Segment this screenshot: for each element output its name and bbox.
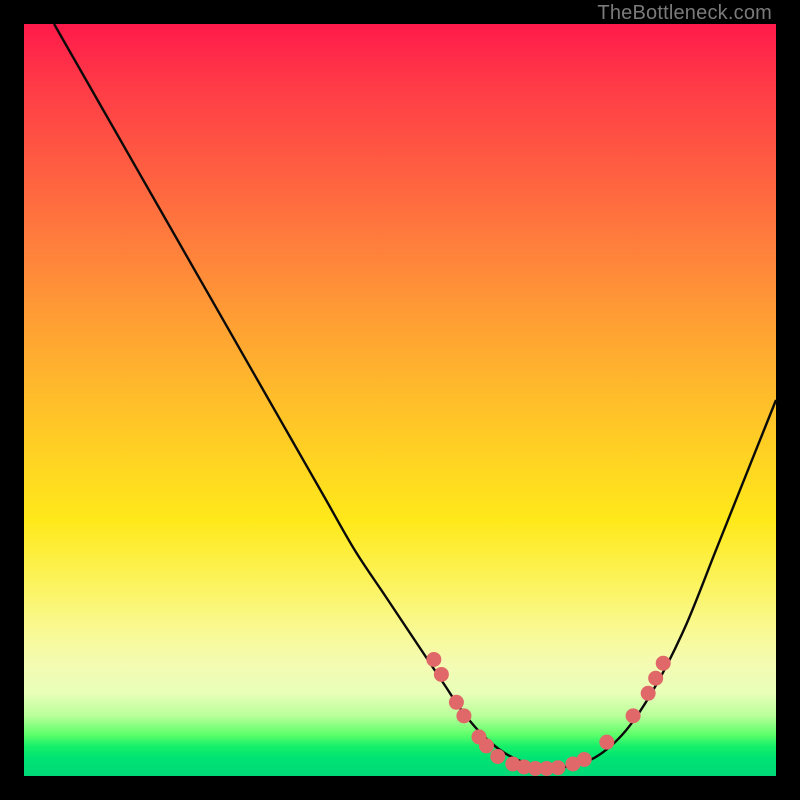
curve-marker [626,708,641,723]
curve-marker [449,695,464,710]
curve-marker [456,708,471,723]
bottleneck-curve [54,24,776,769]
curve-marker [550,760,565,775]
curve-marker [641,686,656,701]
curve-marker [656,656,671,671]
attribution-text: TheBottleneck.com [597,2,772,25]
curve-marker [648,671,663,686]
curve-marker [434,667,449,682]
curve-marker [577,752,592,767]
curve-marker [479,738,494,753]
chart-svg [24,24,776,776]
curve-markers [426,652,670,776]
curve-marker [490,749,505,764]
outer-frame: TheBottleneck.com [0,0,800,800]
curve-marker [426,652,441,667]
curve-marker [599,735,614,750]
